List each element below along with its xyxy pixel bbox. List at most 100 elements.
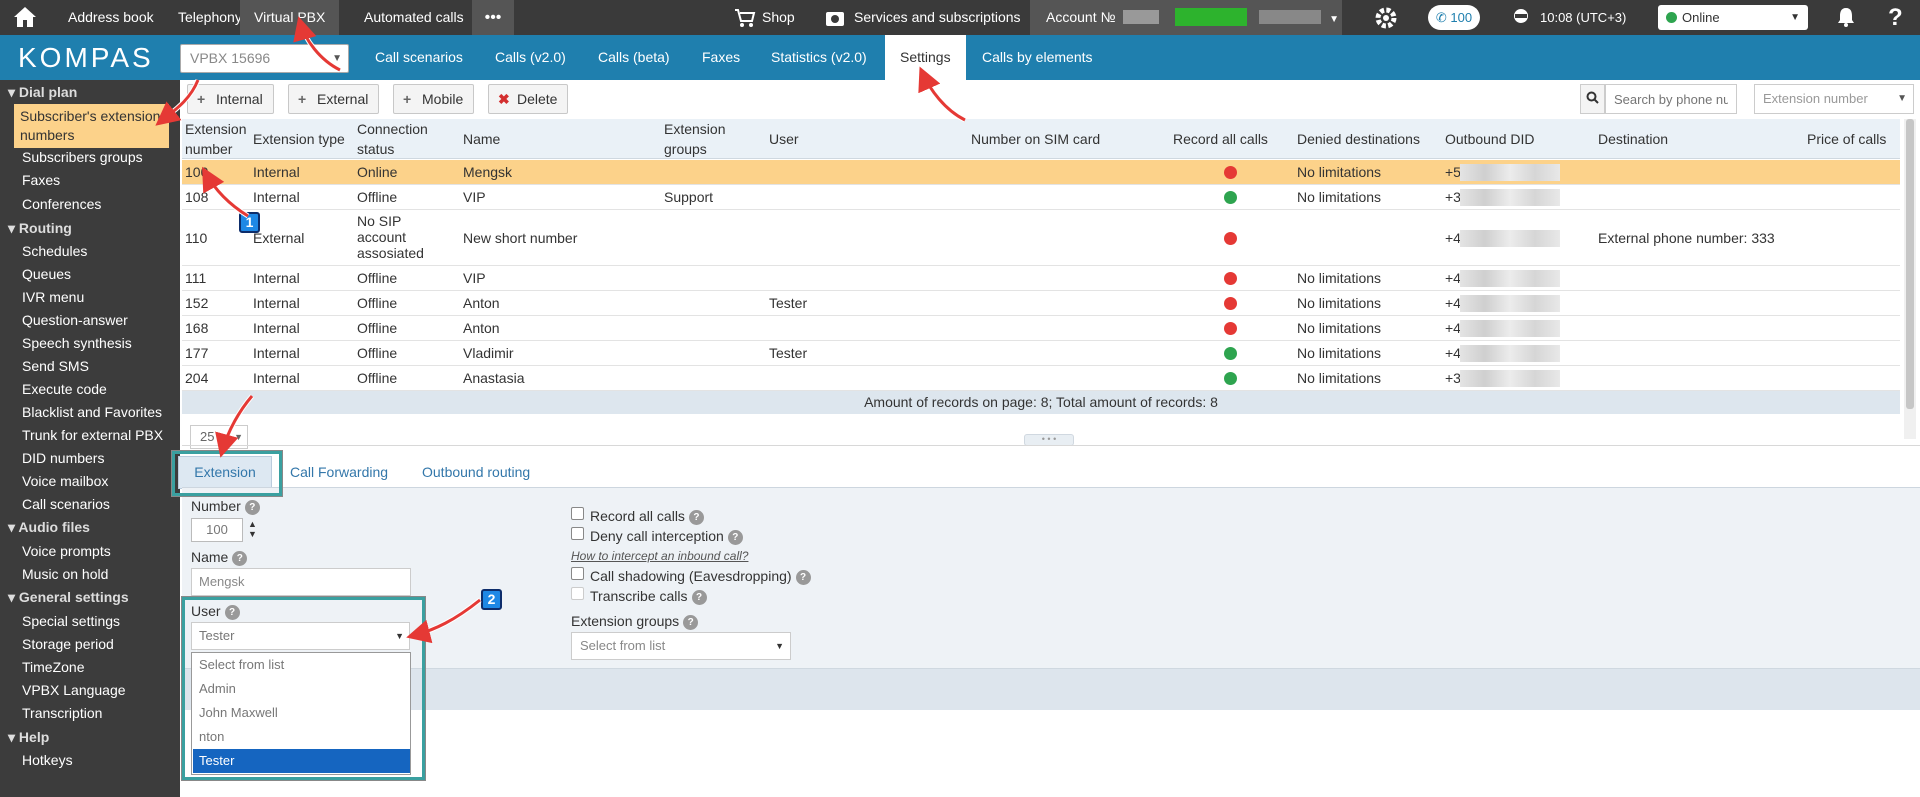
table-row[interactable]: 177 Internal Offline Vladimir Tester No limit…: [182, 341, 1900, 366]
sidebar-item-call-scenarios[interactable]: Call scenarios: [22, 496, 110, 512]
calls-counter-badge[interactable]: ✆ 100: [1428, 5, 1480, 30]
vpbx-select[interactable]: VPBX 15696 ▼: [180, 44, 349, 73]
call-shadowing-checkbox[interactable]: [571, 567, 584, 580]
name-input[interactable]: Mengsk: [191, 568, 411, 596]
number-input[interactable]: 100: [191, 518, 243, 542]
tab-outbound-routing[interactable]: Outbound routing: [422, 464, 530, 480]
nav-address-book[interactable]: Address book: [68, 0, 154, 35]
tab-faxes[interactable]: Faxes: [688, 35, 754, 80]
nav-telephony[interactable]: Telephony: [178, 0, 242, 35]
scrollbar-thumb[interactable]: [1906, 119, 1914, 409]
sidebar-item-voice-prompts[interactable]: Voice prompts: [22, 543, 111, 559]
sidebar-item-blacklist[interactable]: Blacklist and Favorites: [22, 404, 162, 420]
sidebar-item-schedules[interactable]: Schedules: [22, 243, 87, 259]
help-icon[interactable]: ?: [795, 570, 811, 585]
filter-select-value: Extension number: [1763, 91, 1868, 106]
sidebar-item-queues[interactable]: Queues: [22, 266, 71, 282]
col-extension-groups[interactable]: Extension groups: [664, 119, 744, 159]
services-link[interactable]: Services and subscriptions: [854, 0, 1021, 35]
col-name[interactable]: Name: [463, 129, 500, 149]
col-price-of-calls[interactable]: Price of calls: [1807, 129, 1886, 149]
sidebar-item-vpbx-language[interactable]: VPBX Language: [22, 682, 126, 698]
tab-call-scenarios[interactable]: Call scenarios: [361, 35, 477, 80]
sidebar-item-extension-numbers[interactable]: Subscriber's extension numbers: [14, 104, 169, 148]
col-extension-type[interactable]: Extension type: [253, 129, 345, 149]
col-outbound-did[interactable]: Outbound DID: [1445, 129, 1535, 149]
add-internal-button[interactable]: + Internal: [187, 84, 274, 114]
sidebar-item-send-sms[interactable]: Send SMS: [22, 358, 89, 374]
sidebar-item-conferences[interactable]: Conferences: [22, 196, 101, 212]
number-stepper-icon[interactable]: ▲ ▼: [248, 519, 257, 539]
tab-settings[interactable]: Settings: [885, 35, 966, 80]
sidebar-item-special-settings[interactable]: Special settings: [22, 613, 120, 629]
sidebar-group-dial-plan[interactable]: ▾ Dial plan: [8, 84, 77, 101]
sidebar-group-audio-files[interactable]: ▾ Audio files: [8, 519, 90, 536]
help-icon[interactable]: ?: [244, 500, 260, 515]
bell-icon[interactable]: [1836, 0, 1856, 35]
sidebar-item-voice-mailbox[interactable]: Voice mailbox: [22, 473, 108, 489]
table-row[interactable]: 152 Internal Offline Anton Tester No limitati…: [182, 291, 1900, 316]
tab-calls-v2[interactable]: Calls (v2.0): [481, 35, 580, 80]
table-scrollbar[interactable]: [1904, 119, 1916, 439]
sidebar-item-faxes[interactable]: Faxes: [22, 172, 60, 188]
intercept-help-link[interactable]: How to intercept an inbound call?: [571, 549, 748, 563]
help-icon[interactable]: ?: [683, 615, 699, 630]
col-extension-number[interactable]: Extension number: [185, 119, 246, 159]
col-sim-number[interactable]: Number on SIM card: [971, 129, 1100, 149]
table-row[interactable]: 100 Internal Online Mengsk No limitations +5: [182, 160, 1900, 185]
tab-calls-by-elements[interactable]: Calls by elements: [968, 35, 1107, 80]
sidebar-item-ivr-menu[interactable]: IVR menu: [22, 289, 84, 305]
more-menu-icon[interactable]: •••: [472, 0, 514, 35]
help-icon[interactable]: ?: [232, 551, 248, 566]
sidebar-item-music-on-hold[interactable]: Music on hold: [22, 566, 108, 582]
col-connection-status[interactable]: Connection status: [357, 119, 437, 159]
account-menu[interactable]: Account № ▼: [1030, 0, 1342, 35]
delete-button[interactable]: ✖ Delete: [488, 84, 569, 114]
status-select[interactable]: Online ▼: [1658, 5, 1808, 30]
tab-call-forwarding[interactable]: Call Forwarding: [290, 464, 388, 480]
col-destination[interactable]: Destination: [1598, 129, 1668, 149]
deny-interception-checkbox[interactable]: [571, 527, 584, 540]
search-icon-button[interactable]: [1580, 84, 1605, 114]
nav-virtual-pbx[interactable]: Virtual PBX: [240, 0, 340, 35]
search-input[interactable]: [1605, 84, 1737, 114]
gear-icon[interactable]: [1374, 0, 1398, 35]
cell-extension-type: Internal: [253, 270, 300, 286]
help-icon[interactable]: ?: [1888, 0, 1903, 35]
col-denied-destinations[interactable]: Denied destinations: [1297, 129, 1420, 149]
tab-calls-beta[interactable]: Calls (beta): [584, 35, 684, 80]
sidebar-item-speech-synthesis[interactable]: Speech synthesis: [22, 335, 132, 351]
home-icon[interactable]: [12, 0, 42, 35]
table-row[interactable]: 108 Internal Offline VIP Support No limitatio…: [182, 185, 1900, 210]
sidebar-group-routing[interactable]: ▾ Routing: [8, 220, 72, 237]
table-row[interactable]: 111 Internal Offline VIP No limitations +4: [182, 266, 1900, 291]
help-icon[interactable]: ?: [727, 530, 743, 545]
transcribe-calls-checkbox[interactable]: [571, 587, 584, 600]
sidebar-item-transcription[interactable]: Transcription: [22, 705, 102, 721]
table-row[interactable]: 204 Internal Offline Anastasia No limitation…: [182, 366, 1900, 391]
sidebar-item-question-answer[interactable]: Question-answer: [22, 312, 128, 328]
filter-select[interactable]: Extension number ▼: [1754, 84, 1914, 114]
table-row[interactable]: 110 External No SIP account assosiated New …: [182, 210, 1900, 266]
help-icon[interactable]: ?: [691, 590, 707, 605]
extension-groups-select[interactable]: Select from list ▼: [571, 632, 791, 660]
sidebar-group-help[interactable]: ▾ Help: [8, 729, 49, 746]
add-external-button[interactable]: + External: [288, 84, 380, 114]
col-record-all-calls[interactable]: Record all calls: [1173, 129, 1268, 149]
sidebar-group-general-settings[interactable]: ▾ General settings: [8, 589, 129, 606]
sidebar-item-hotkeys[interactable]: Hotkeys: [22, 752, 73, 768]
help-icon[interactable]: ?: [688, 510, 704, 525]
add-mobile-button[interactable]: + Mobile: [393, 84, 475, 114]
sidebar-item-subscribers-groups[interactable]: Subscribers groups: [22, 149, 143, 165]
col-user[interactable]: User: [769, 129, 799, 149]
table-row[interactable]: 168 Internal Offline Anton No limitations +4: [182, 316, 1900, 341]
sidebar-item-storage-period[interactable]: Storage period: [22, 636, 114, 652]
tab-statistics-v2[interactable]: Statistics (v2.0): [757, 35, 881, 80]
record-all-calls-checkbox[interactable]: [571, 507, 584, 520]
shop-link[interactable]: Shop: [762, 0, 795, 35]
sidebar-item-did-numbers[interactable]: DID numbers: [22, 450, 104, 466]
sidebar-item-timezone[interactable]: TimeZone: [22, 659, 85, 675]
sidebar-item-trunk[interactable]: Trunk for external PBX: [22, 427, 163, 443]
sidebar-item-execute-code[interactable]: Execute code: [22, 381, 107, 397]
nav-automated-calls[interactable]: Automated calls: [364, 0, 464, 35]
